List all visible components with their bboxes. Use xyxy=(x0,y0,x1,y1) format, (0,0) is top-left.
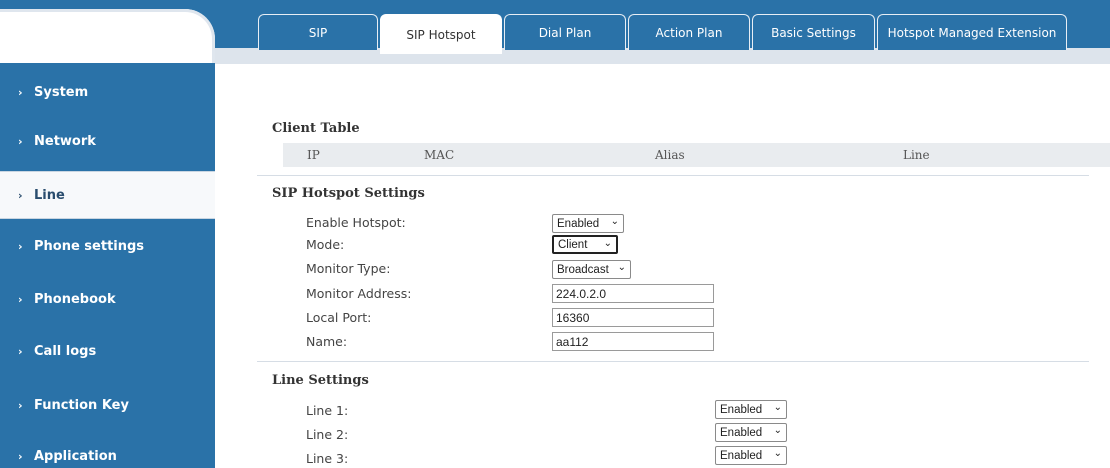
select-value: Client xyxy=(558,238,588,251)
sidebar-item-label: Call logs xyxy=(34,343,97,359)
sidebar-item-label: Application xyxy=(34,448,117,464)
tab-label: Dial Plan xyxy=(538,25,592,40)
enable-hotspot-select[interactable]: Enabled ⌄ xyxy=(552,214,624,233)
chevron-right-icon: › xyxy=(18,449,23,463)
tab-dial-plan[interactable]: Dial Plan xyxy=(504,14,626,50)
line-3-select[interactable]: Enabled ⌄ xyxy=(715,446,787,465)
chevron-down-icon: ⌄ xyxy=(773,402,782,413)
sidebar-item-application[interactable]: › Application xyxy=(0,432,215,468)
section-divider xyxy=(257,175,1089,176)
tab-hotspot-managed-extension[interactable]: Hotspot Managed Extension xyxy=(877,14,1067,50)
tab-sip[interactable]: SIP xyxy=(258,14,378,50)
select-value: Enabled xyxy=(720,426,763,439)
sidebar-item-label: System xyxy=(34,84,89,100)
chevron-down-icon: ⌄ xyxy=(773,448,782,459)
sidebar-item-phonebook[interactable]: › Phonebook xyxy=(0,275,215,323)
column-header-alias: Alias xyxy=(655,148,685,162)
tab-strip xyxy=(215,48,1110,64)
tab-label: SIP xyxy=(308,25,328,40)
select-value: Enabled xyxy=(720,403,763,416)
sidebar-item-label: Network xyxy=(34,133,96,149)
chevron-down-icon: ⌄ xyxy=(603,238,612,249)
local-port-label: Local Port: xyxy=(306,310,372,325)
line-1-select[interactable]: Enabled ⌄ xyxy=(715,400,787,419)
mode-label: Mode: xyxy=(306,237,345,252)
chevron-down-icon: ⌄ xyxy=(773,425,782,436)
line-1-label: Line 1: xyxy=(306,403,349,418)
select-value: Enabled xyxy=(557,217,600,230)
line-3-label: Line 3: xyxy=(306,451,349,466)
column-header-ip: IP xyxy=(307,148,320,162)
chevron-right-icon: › xyxy=(18,398,23,412)
sidebar-item-call-logs[interactable]: › Call logs xyxy=(0,327,215,375)
chevron-right-icon: › xyxy=(18,134,23,148)
sidebar-item-label: Function Key xyxy=(34,397,129,413)
tab-label: Basic Settings xyxy=(771,25,856,40)
tab-label: SIP Hotspot xyxy=(406,27,476,42)
line-settings-title: Line Settings xyxy=(272,373,369,388)
section-divider xyxy=(257,361,1089,362)
tab-action-plan[interactable]: Action Plan xyxy=(628,14,750,50)
sidebar-item-phone-settings[interactable]: › Phone settings xyxy=(0,222,215,270)
hotspot-settings-title: SIP Hotspot Settings xyxy=(272,186,425,201)
sidebar-item-line[interactable]: › Line xyxy=(0,171,215,219)
monitor-type-select[interactable]: Broadcast ⌄ xyxy=(552,260,631,279)
chevron-right-icon: › xyxy=(18,85,23,99)
select-value: Broadcast xyxy=(557,263,609,276)
column-header-mac: MAC xyxy=(424,148,455,162)
line-2-label: Line 2: xyxy=(306,427,349,442)
sidebar-item-network[interactable]: › Network xyxy=(0,117,215,165)
monitor-address-label: Monitor Address: xyxy=(306,286,412,301)
mode-select[interactable]: Client ⌄ xyxy=(552,235,618,254)
tab-basic-settings[interactable]: Basic Settings xyxy=(752,14,875,50)
monitor-type-label: Monitor Type: xyxy=(306,261,391,276)
chevron-right-icon: › xyxy=(18,344,23,358)
line-2-select[interactable]: Enabled ⌄ xyxy=(715,423,787,442)
enable-hotspot-label: Enable Hotspot: xyxy=(306,215,406,230)
name-input[interactable]: aa112 xyxy=(552,332,714,351)
name-label: Name: xyxy=(306,334,348,349)
chevron-right-icon: › xyxy=(18,188,23,202)
local-port-input[interactable]: 16360 xyxy=(552,308,714,327)
chevron-right-icon: › xyxy=(18,292,23,306)
client-table-header: IP MAC Alias Line xyxy=(283,143,1110,167)
chevron-right-icon: › xyxy=(18,239,23,253)
select-value: Enabled xyxy=(720,449,763,462)
sidebar-item-label: Line xyxy=(34,187,65,203)
tab-sip-hotspot[interactable]: SIP Hotspot xyxy=(380,14,502,54)
tab-label: Hotspot Managed Extension xyxy=(887,25,1057,40)
column-header-line: Line xyxy=(903,148,930,162)
sidebar-item-function-key[interactable]: › Function Key xyxy=(0,381,215,429)
logo-border xyxy=(0,9,215,63)
sidebar-item-label: Phone settings xyxy=(34,238,145,254)
sidebar-item-label: Phonebook xyxy=(34,291,116,307)
chevron-down-icon: ⌄ xyxy=(617,262,626,273)
tab-label: Action Plan xyxy=(655,25,723,40)
sidebar-item-system[interactable]: › System xyxy=(0,68,215,116)
monitor-address-input[interactable]: 224.0.2.0 xyxy=(552,284,714,303)
client-table-title: Client Table xyxy=(272,121,360,136)
chevron-down-icon: ⌄ xyxy=(610,216,619,227)
